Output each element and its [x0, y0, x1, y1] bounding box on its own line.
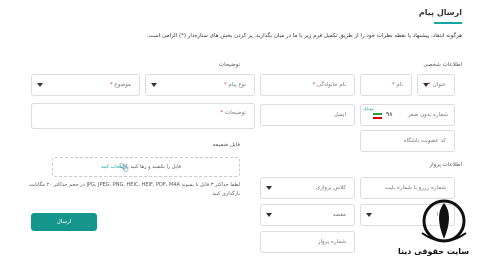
flight-number-input[interactable]: شماره پرواز	[260, 231, 355, 253]
cabin-class-select[interactable]: کلاس پروازی	[260, 177, 355, 199]
club-code-input[interactable]: کد عضویت باشگاه	[360, 130, 455, 152]
chevron-down-icon	[266, 213, 272, 217]
description-textarea[interactable]: توضیحات *	[31, 103, 255, 129]
upload-help-text: لطفا حداکثر ۳ فایل با پسوند JPG, JPEG, P…	[28, 182, 240, 197]
country-code: ۹۸	[386, 111, 393, 118]
email-input[interactable]: ایمیل	[260, 104, 355, 126]
mobile-label: موبایل	[363, 106, 374, 111]
submit-button[interactable]: ارسال	[31, 213, 97, 231]
personal-section-label: اطلاعات شخصی	[423, 62, 462, 68]
paperclip-icon: 📎	[119, 163, 129, 172]
watermark-text: سایت حقوقی دینا	[398, 247, 470, 256]
attachment-section-label: فایل ضمیمه	[212, 142, 240, 148]
chevron-down-icon	[423, 83, 429, 87]
chevron-down-icon	[366, 213, 372, 217]
first-name-input[interactable]: نام *	[360, 74, 412, 96]
file-dropzone[interactable]: فایل را بکشید و رها کنید یا انتخاب کنید …	[52, 157, 240, 177]
destination-select[interactable]: مقصد	[260, 204, 355, 226]
watermark-logo	[421, 199, 467, 243]
message-type-select[interactable]: نوع پیام *	[145, 74, 255, 96]
chevron-down-icon	[37, 83, 43, 87]
chevron-down-icon	[266, 186, 272, 190]
chevron-down-icon	[151, 83, 157, 87]
message-section-label: توضیحات	[218, 62, 240, 68]
subject-select[interactable]: موضوع *	[31, 74, 140, 96]
title-select[interactable]: عنوان *	[417, 74, 455, 96]
title-underline	[434, 22, 462, 24]
last-name-input[interactable]: نام خانوادگی *	[260, 74, 355, 96]
intro-text: هرگونه انتقاد، پیشنهاد یا نقطه نظرات خود…	[146, 33, 462, 39]
flight-section-label: اطلاعات پرواز	[429, 162, 462, 168]
page-title: ارسال پیام	[418, 8, 462, 17]
iran-flag-icon	[373, 113, 382, 119]
